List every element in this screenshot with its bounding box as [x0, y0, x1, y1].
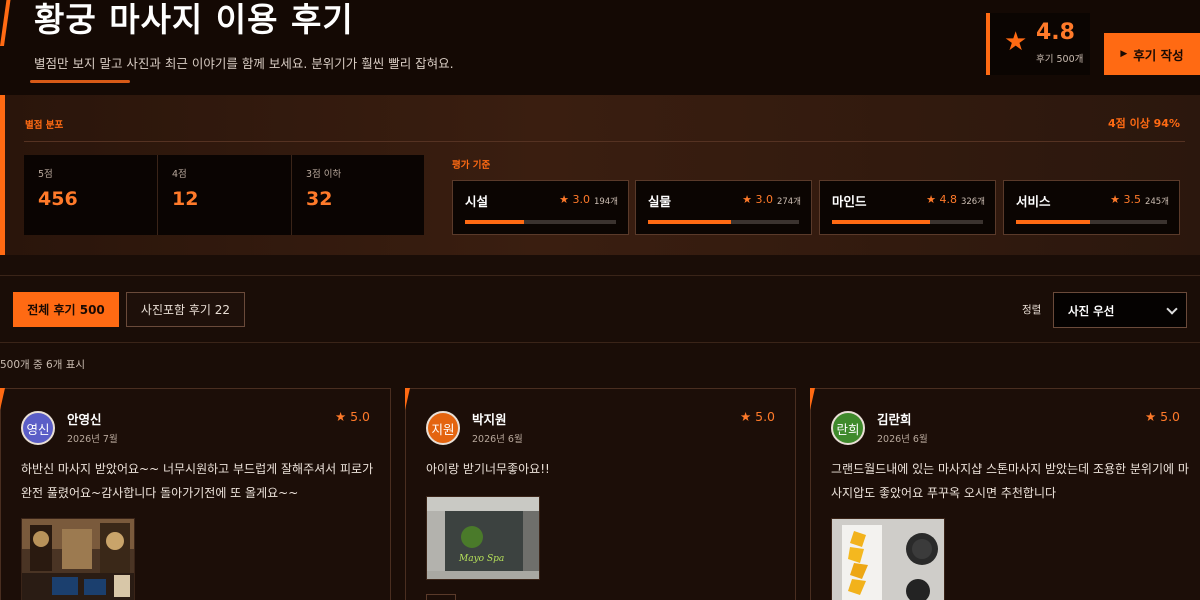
review-author: 안영신 [67, 412, 102, 427]
review-card[interactable]: 지원 박지원 2026년 6월 ★ 5.0 아이랑 받기너무좋아요!! Mayo… [405, 388, 796, 600]
criteria-count: 274개 [776, 197, 801, 207]
criteria-score: ★ 3.5 [1110, 193, 1141, 206]
distribution-value: 12 [172, 188, 199, 210]
distribution-3-or-less: 3점 이하 32 [292, 155, 424, 235]
distribution-4-star: 4점 12 [158, 155, 292, 235]
criteria-bar [832, 220, 983, 224]
review-rating: ★ 5.0 [334, 409, 370, 424]
review-photo[interactable]: Mayo Spa [426, 496, 540, 580]
sign-text: Mayo Spa [458, 554, 504, 564]
more-photos-box[interactable] [426, 594, 456, 600]
stats-divider [24, 141, 1185, 142]
write-review-button[interactable]: ▶ 후기 작성 [1104, 33, 1200, 75]
criteria-bar [648, 220, 799, 224]
header-accent-bar [0, 0, 11, 46]
results-count: 500개 중 6개 표시 [0, 359, 86, 371]
distribution-value: 32 [306, 188, 333, 210]
review-photo[interactable] [831, 518, 945, 600]
avatar: 지원 [426, 411, 460, 445]
criteria-card-appearance: 실물 ★ 3.0 274개 [635, 180, 812, 235]
rating-stats-panel: 별점 분포 4점 이상 94% 5점 456 4점 12 3점 이하 32 평가… [0, 95, 1200, 255]
avatar: 영신 [21, 411, 55, 445]
criteria-name: 실물 [648, 194, 672, 209]
overall-rating-box: ★ 4.8 후기 500개 [986, 13, 1090, 75]
photo-mango-plate [832, 519, 944, 600]
photo-spa-interior [22, 519, 134, 600]
chevron-down-icon [1166, 303, 1178, 315]
distribution-label: 4점 [172, 169, 187, 180]
review-count: 후기 500개 [1036, 54, 1084, 65]
title-underline [30, 80, 130, 83]
criteria-card-service: 서비스 ★ 3.5 245개 [1003, 180, 1180, 235]
criteria-count: 245개 [1144, 197, 1169, 207]
sort-selected-value: 사진 우선 [1068, 304, 1115, 318]
overall-score: 4.8 [1036, 20, 1075, 45]
distribution-heading: 별점 분포 [25, 120, 64, 131]
review-author: 박지원 [472, 412, 507, 427]
distribution-label: 3점 이하 [306, 169, 342, 180]
review-rating: ★ 5.0 [1144, 409, 1180, 424]
criteria-score: ★ 4.8 [926, 193, 957, 206]
criteria-bar-fill [1016, 220, 1090, 224]
review-text: 그랜드월드내에 있는 마사지샵 스톤마사지 받았는데 조용한 분위기에 마사지압… [831, 462, 1189, 500]
review-rating: ★ 5.0 [739, 409, 775, 424]
page-title: 황궁 마사지 이용 후기 [34, 0, 354, 39]
review-author: 김란희 [877, 412, 912, 427]
criteria-score: ★ 3.0 [742, 193, 773, 206]
review-photo[interactable] [21, 518, 135, 600]
criteria-bar-fill [465, 220, 524, 224]
criteria-card-facility: 시설 ★ 3.0 194개 [452, 180, 629, 235]
criteria-name: 마인드 [832, 194, 867, 209]
tab-photo-reviews[interactable]: 사진포함 후기 22 [126, 292, 245, 327]
sort-select[interactable]: 사진 우선 [1053, 292, 1187, 328]
page-subtitle: 별점만 보지 말고 사진과 최근 이야기를 함께 보세요. 분위기가 훨씬 빨리… [34, 56, 454, 71]
write-review-label: 후기 작성 [1133, 47, 1184, 63]
review-text: 아이랑 받기너무좋아요!! [426, 462, 550, 476]
criteria-heading: 평가 기준 [452, 160, 491, 171]
sort-label: 정렬 [1022, 304, 1042, 316]
photo-spa-sign: Mayo Spa [427, 497, 539, 579]
criteria-name: 서비스 [1016, 194, 1051, 209]
review-date: 2026년 6월 [877, 434, 928, 445]
criteria-bar-fill [648, 220, 732, 224]
criteria-count: 326개 [960, 197, 985, 207]
page-header: 황궁 마사지 이용 후기 별점만 보지 말고 사진과 최근 이야기를 함께 보세… [0, 0, 1200, 95]
high-rating-ratio: 4점 이상 94% [1107, 117, 1180, 130]
criteria-score: ★ 3.0 [559, 193, 590, 206]
star-icon: ★ [1004, 27, 1028, 57]
criteria-count: 194개 [593, 197, 618, 207]
review-card[interactable]: 란희 김란희 2026년 6월 ★ 5.0 그랜드월드내에 있는 마사지샵 스톤… [810, 388, 1200, 600]
review-date: 2026년 7월 [67, 434, 118, 445]
review-text: 하반신 마사지 받았어요~~ 너무시원하고 부드럽게 잘해주셔서 피로가 완전 … [21, 462, 374, 500]
criteria-card-mind: 마인드 ★ 4.8 326개 [819, 180, 996, 235]
play-icon: ▶ [1120, 49, 1128, 59]
filter-bar: 전체 후기 500 사진포함 후기 22 정렬 사진 우선 [0, 275, 1200, 343]
criteria-bar [465, 220, 616, 224]
distribution-value: 456 [38, 188, 78, 210]
review-date: 2026년 6월 [472, 434, 523, 445]
review-card[interactable]: 영신 안영신 2026년 7월 ★ 5.0 하반신 마사지 받았어요~~ 너무시… [0, 388, 391, 600]
distribution-label: 5점 [38, 169, 53, 180]
review-page: 황궁 마사지 이용 후기 별점만 보지 말고 사진과 최근 이야기를 함께 보세… [0, 0, 1200, 600]
criteria-bar [1016, 220, 1167, 224]
criteria-bar-fill [832, 220, 931, 224]
tab-all-reviews[interactable]: 전체 후기 500 [13, 292, 119, 327]
distribution-5-star: 5점 456 [24, 155, 158, 235]
avatar: 란희 [831, 411, 865, 445]
criteria-name: 시설 [465, 194, 489, 209]
